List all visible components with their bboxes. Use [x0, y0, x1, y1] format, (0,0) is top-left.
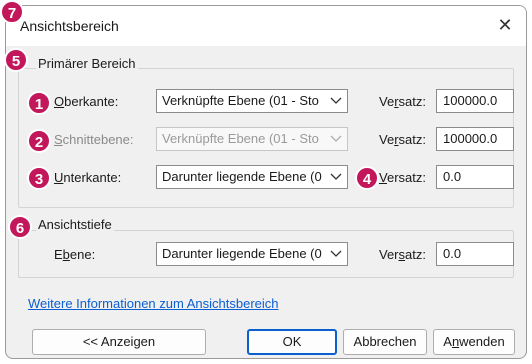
- callout-badge-1: 1: [27, 91, 51, 115]
- ok-button[interactable]: OK: [247, 329, 337, 355]
- top-level-label: Oberkante:: [54, 94, 119, 109]
- bottom-offset-input[interactable]: 0.0: [436, 165, 514, 189]
- callout-badge-5: 5: [4, 48, 28, 72]
- top-offset-input[interactable]: 100000.0: [436, 89, 514, 113]
- depth-level-label: Ebene:: [54, 247, 96, 262]
- top-offset-label: Versatz:: [379, 94, 426, 109]
- chevron-down-icon: [330, 135, 342, 142]
- show-button[interactable]: << Anzeigen: [32, 329, 206, 355]
- callout-badge-2: 2: [27, 129, 51, 153]
- callout-badge-6: 6: [8, 215, 32, 239]
- view-depth-title: Ansichtstiefe: [36, 217, 114, 232]
- chevron-down-icon: [330, 97, 342, 104]
- cut-plane-select-value: Verknüpfte Ebene (01 - Sto: [162, 131, 319, 146]
- apply-button[interactable]: Anwenden: [433, 329, 515, 355]
- view-range-dialog: Ansichtsbereich ✕ Primärer Bereich Oberk…: [5, 5, 527, 359]
- depth-offset-label: Versatz:: [379, 247, 426, 262]
- bottom-offset-label: Versatz:: [379, 170, 426, 185]
- cut-plane-label: Schnittebene:: [54, 132, 134, 147]
- chevron-down-icon: [330, 250, 342, 257]
- bottom-level-label: Unterkante:: [54, 170, 122, 185]
- callout-badge-4: 4: [355, 166, 379, 190]
- cut-plane-select[interactable]: Verknüpfte Ebene (01 - Sto: [156, 127, 348, 151]
- top-level-select[interactable]: Verknüpfte Ebene (01 - Sto: [156, 89, 348, 113]
- primary-range-title: Primärer Bereich: [36, 56, 138, 71]
- cut-offset-label: Versatz:: [379, 132, 426, 147]
- more-info-link[interactable]: Weitere Informationen zum Ansichtsbereic…: [28, 296, 279, 311]
- depth-level-select-value: Darunter liegende Ebene (0: [162, 246, 322, 261]
- chevron-down-icon: [330, 173, 342, 180]
- dialog-title: Ansichtsbereich: [20, 18, 119, 34]
- cancel-button[interactable]: Abbrechen: [343, 329, 427, 355]
- top-level-select-value: Verknüpfte Ebene (01 - Sto: [162, 93, 319, 108]
- title-bar: Ansichtsbereich ✕: [6, 6, 526, 46]
- bottom-level-select-value: Darunter liegende Ebene (0: [162, 169, 322, 184]
- depth-offset-input[interactable]: 0.0: [436, 242, 514, 266]
- callout-badge-7: 7: [0, 0, 24, 24]
- depth-level-select[interactable]: Darunter liegende Ebene (0: [156, 242, 348, 266]
- cut-offset-input[interactable]: 100000.0: [436, 127, 514, 151]
- close-icon[interactable]: ✕: [494, 14, 516, 36]
- callout-badge-3: 3: [27, 166, 51, 190]
- bottom-level-select[interactable]: Darunter liegende Ebene (0: [156, 165, 348, 189]
